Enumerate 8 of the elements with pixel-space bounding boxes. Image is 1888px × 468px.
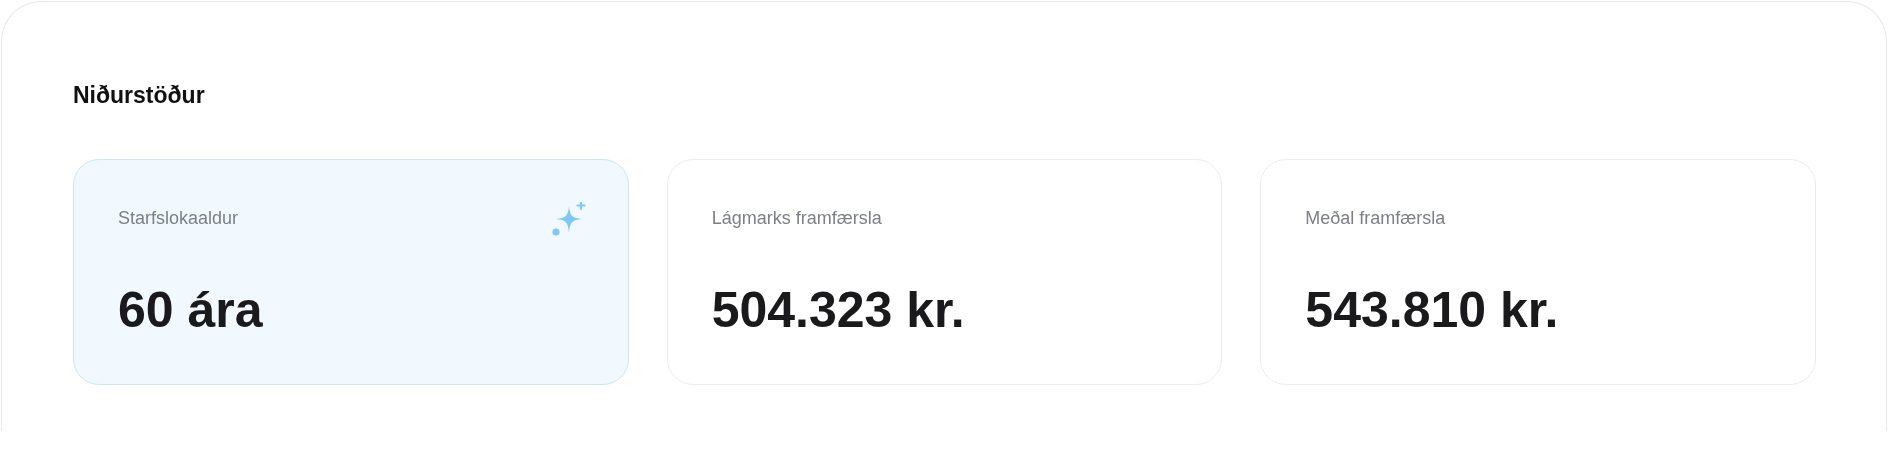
stat-value: 504.323 kr.: [711, 282, 966, 338]
section-title: Niðurstöður: [73, 81, 206, 109]
stat-value: 543.810 kr.: [1305, 282, 1560, 338]
stat-label: Lágmarks framfærsla: [711, 208, 882, 229]
stat-label: Starfslokaaldur: [118, 208, 239, 229]
sparkle-icon: [551, 202, 588, 238]
stat-label: Meðal framfærsla: [1305, 208, 1446, 229]
stat-value: 60 ára: [118, 282, 264, 338]
